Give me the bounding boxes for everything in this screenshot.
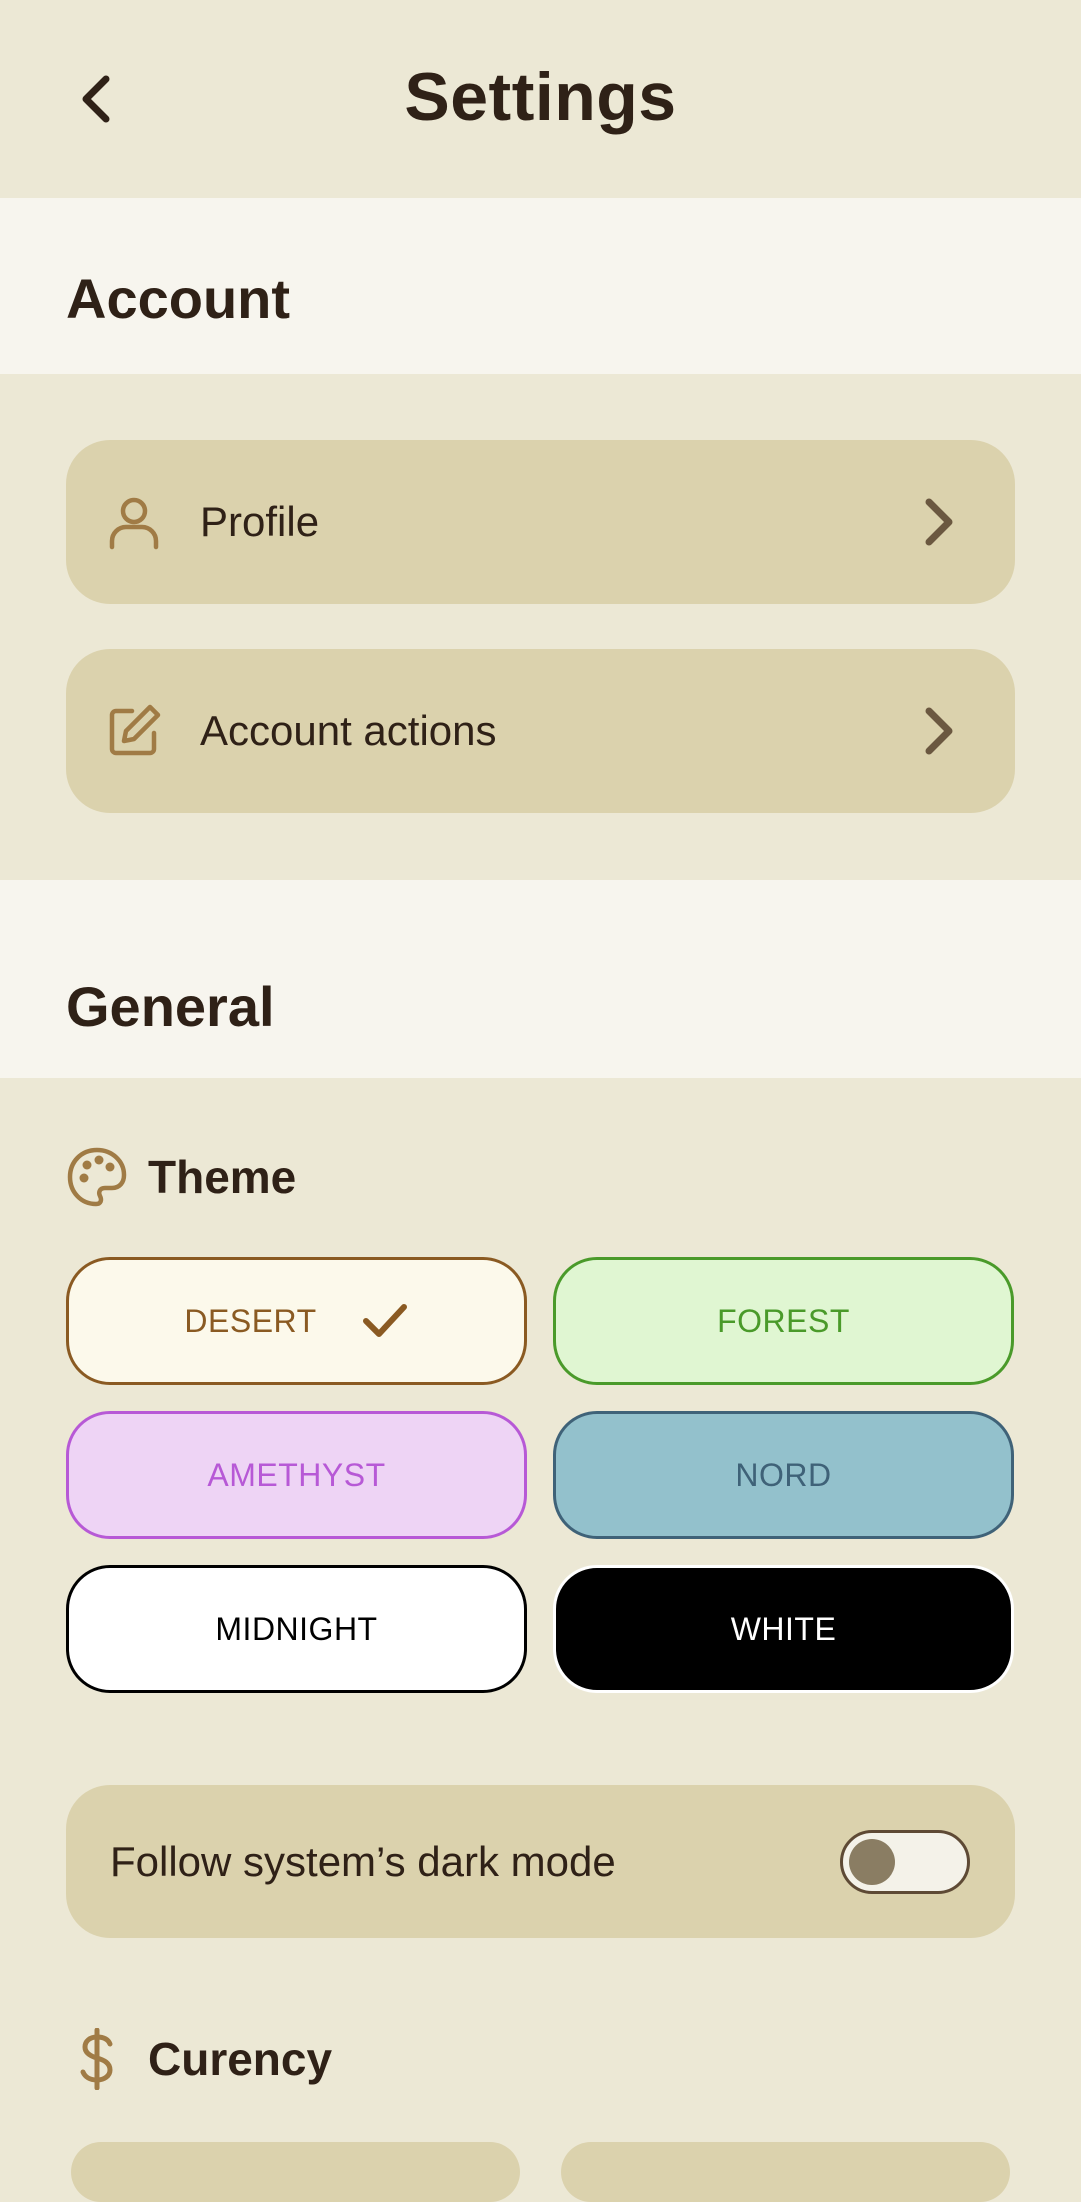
- dark-mode-row: Follow system’s dark mode: [66, 1785, 1015, 1938]
- checkmark-icon: [362, 1304, 407, 1337]
- theme-option-desert[interactable]: DESERT: [66, 1257, 527, 1385]
- theme-option-white[interactable]: WHITE: [553, 1565, 1014, 1693]
- dark-mode-toggle[interactable]: [840, 1830, 970, 1894]
- currency-option[interactable]: [71, 2142, 520, 2202]
- theme-label: Theme: [148, 1151, 297, 1203]
- currency-label: Curency: [148, 2033, 333, 2085]
- account-section-title: Account: [66, 267, 290, 330]
- theme-option-midnight[interactable]: MIDNIGHT: [66, 1565, 527, 1693]
- theme-option-label: WHITE: [730, 1610, 837, 1647]
- page-title: Settings: [404, 59, 677, 135]
- dollar-icon: [80, 2028, 113, 2090]
- theme-option-amethyst[interactable]: AMETHYST: [66, 1411, 527, 1539]
- edit-icon: [109, 704, 161, 756]
- profile-label: Profile: [200, 498, 320, 545]
- general-section-title: General: [66, 975, 275, 1038]
- theme-option-label: DESERT: [184, 1302, 317, 1339]
- theme-option-label: NORD: [735, 1456, 832, 1493]
- theme-option-nord[interactable]: NORD: [553, 1411, 1014, 1539]
- profile-item[interactable]: Profile: [66, 440, 1015, 604]
- top-bar: Settings: [0, 0, 1081, 198]
- toggle-knob: [849, 1839, 895, 1885]
- general-section-header: General: [0, 880, 1081, 1078]
- user-icon: [109, 497, 159, 550]
- theme-option-label: FOREST: [717, 1302, 850, 1339]
- account-section-header: Account: [0, 198, 1081, 374]
- theme-subtitle: Theme: [66, 1146, 296, 1208]
- currency-subtitle: Curency: [66, 2028, 332, 2090]
- currency-option[interactable]: [561, 2142, 1010, 2202]
- palette-icon: [67, 1147, 127, 1207]
- account-actions-item[interactable]: Account actions: [66, 649, 1015, 813]
- account-actions-label: Account actions: [200, 707, 497, 754]
- theme-option-forest[interactable]: FOREST: [553, 1257, 1014, 1385]
- dark-mode-label: Follow system’s dark mode: [110, 1837, 616, 1885]
- chevron-right-icon: [925, 707, 953, 755]
- theme-option-label: AMETHYST: [207, 1456, 386, 1493]
- chevron-right-icon: [925, 498, 953, 546]
- theme-option-label: MIDNIGHT: [215, 1610, 378, 1647]
